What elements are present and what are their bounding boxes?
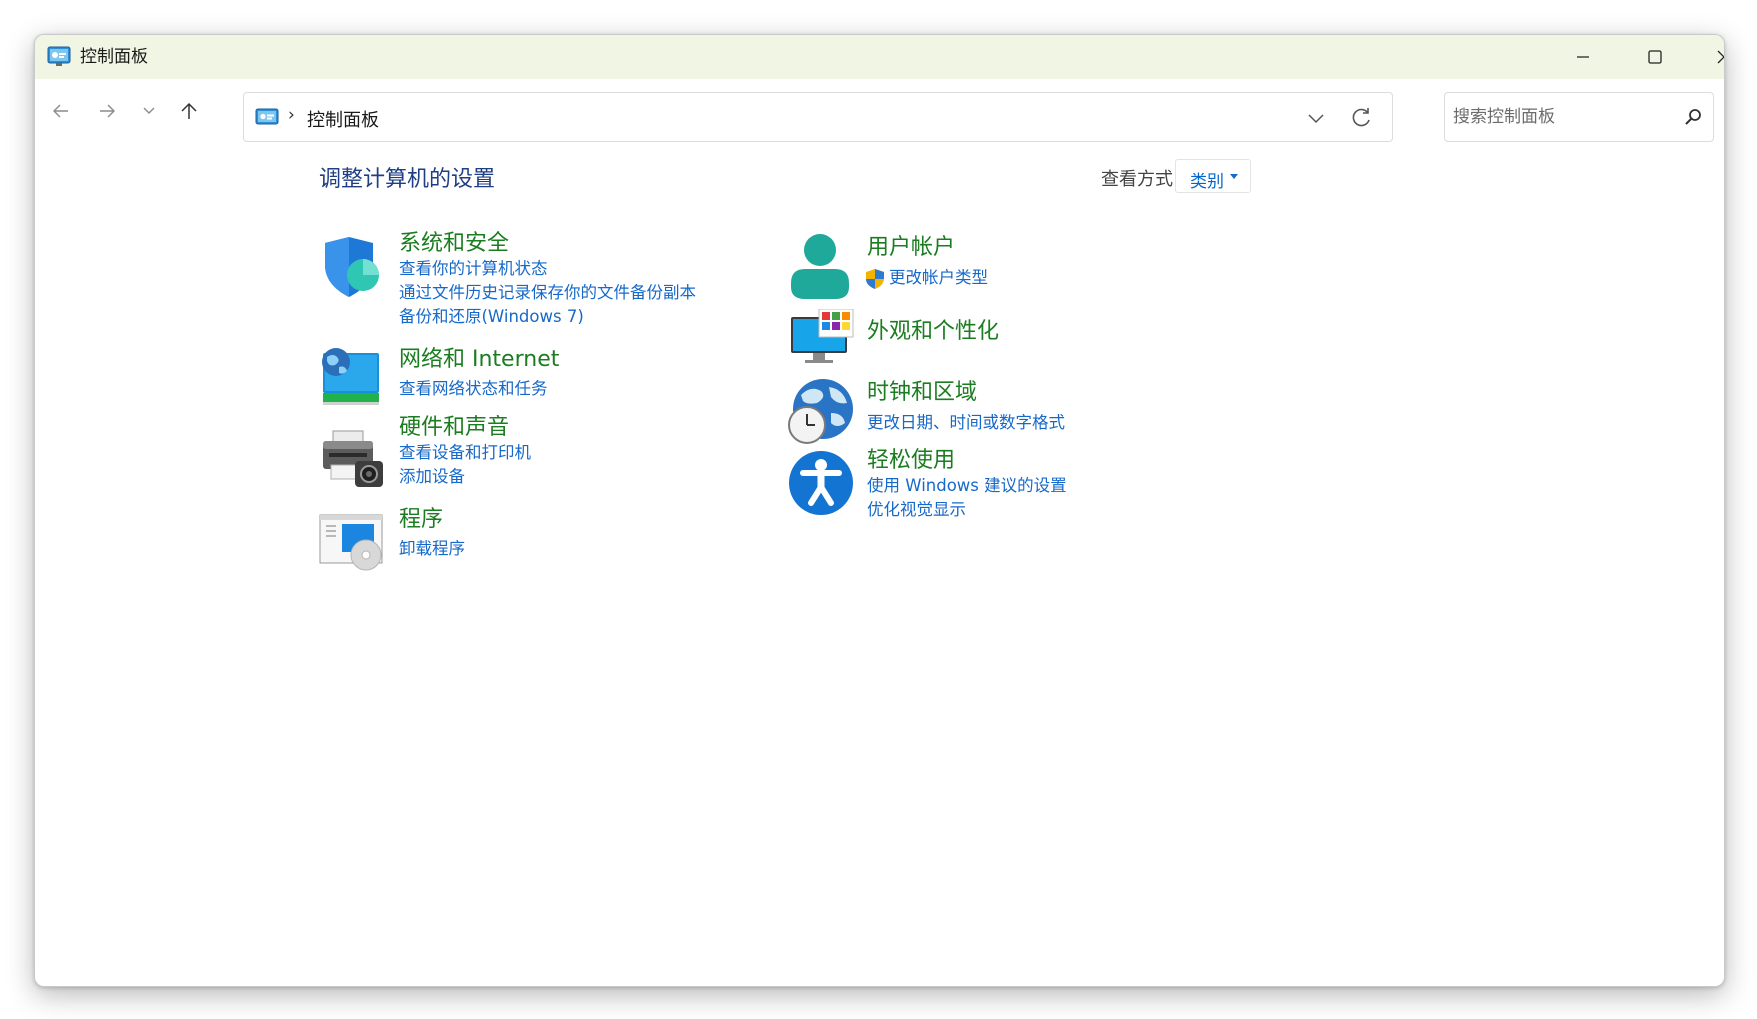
programs-icon[interactable]: [318, 513, 386, 573]
control-panel-icon: [255, 108, 279, 125]
window-title: 控制面板: [80, 47, 148, 67]
uac-shield-icon: [866, 269, 884, 289]
view-by-label: 查看方式:: [1101, 169, 1180, 190]
arrow-left-icon: [53, 104, 68, 118]
title-bar[interactable]: 控制面板: [35, 35, 1724, 79]
category-hardware-sound-title[interactable]: 硬件和声音: [399, 415, 509, 441]
category-user-accounts-title[interactable]: 用户帐户: [867, 235, 955, 261]
close-icon: [1717, 50, 1724, 64]
link-backup-restore[interactable]: 备份和还原(Windows 7): [399, 306, 584, 328]
maximize-icon: [1648, 50, 1662, 64]
category-ease-of-access-title[interactable]: 轻松使用: [867, 448, 955, 474]
breadcrumb-separator[interactable]: ›: [288, 105, 295, 125]
search-box[interactable]: [1444, 92, 1714, 142]
link-use-recommended-settings[interactable]: 使用 Windows 建议的设置: [867, 475, 1067, 497]
link-file-history-backup[interactable]: 通过文件历史记录保存你的文件备份副本: [399, 282, 696, 304]
back-button[interactable]: [43, 93, 79, 129]
link-view-devices-printers[interactable]: 查看设备和打印机: [399, 442, 531, 464]
category-appearance-title[interactable]: 外观和个性化: [867, 319, 999, 345]
page-title: 调整计算机的设置: [319, 167, 496, 192]
user-icon[interactable]: [789, 233, 851, 301]
category-system-security-title[interactable]: 系统和安全: [399, 231, 509, 257]
link-uninstall-program[interactable]: 卸载程序: [399, 538, 465, 560]
search-icon[interactable]: [1683, 107, 1703, 127]
accessibility-icon[interactable]: [787, 449, 855, 517]
navigation-bar: › 控制面板: [35, 79, 1724, 143]
breadcrumb-control-panel[interactable]: 控制面板: [307, 106, 379, 132]
link-change-date-time-format[interactable]: 更改日期、时间或数字格式: [867, 412, 1065, 434]
category-clock-region-title[interactable]: 时钟和区域: [867, 380, 977, 406]
shield-icon[interactable]: [319, 235, 383, 299]
forward-button[interactable]: [89, 93, 125, 129]
up-button[interactable]: [171, 93, 207, 129]
recent-locations-button[interactable]: [131, 93, 167, 129]
chevron-down-icon: [143, 107, 155, 114]
view-by-value: 类别: [1190, 172, 1224, 192]
minimize-icon: [1577, 56, 1589, 58]
link-view-network-status[interactable]: 查看网络状态和任务: [399, 378, 548, 400]
arrow-up-icon: [181, 102, 197, 119]
arrow-right-icon: [100, 104, 115, 118]
category-network-title[interactable]: 网络和 Internet: [399, 347, 559, 373]
refresh-icon[interactable]: [1348, 105, 1374, 131]
search-input[interactable]: [1453, 104, 1673, 130]
appearance-icon[interactable]: [789, 309, 855, 367]
category-programs-title[interactable]: 程序: [399, 507, 443, 533]
control-panel-icon: [47, 46, 71, 66]
link-add-device[interactable]: 添加设备: [399, 466, 465, 488]
printer-icon[interactable]: [319, 425, 385, 491]
minimize-button[interactable]: [1548, 35, 1618, 79]
close-button[interactable]: [1689, 35, 1724, 79]
caret-down-icon: [1230, 174, 1238, 179]
maximize-button[interactable]: [1620, 35, 1690, 79]
control-panel-window: 控制面板 › 控制面板 搜索控制面板 调整计算机的设置 查看方式: 类别 系统和…: [34, 34, 1725, 987]
address-bar[interactable]: › 控制面板: [243, 92, 1393, 142]
link-change-account-type[interactable]: 更改帐户类型: [889, 267, 988, 289]
link-view-computer-status[interactable]: 查看你的计算机状态: [399, 258, 548, 280]
globe-clock-icon[interactable]: [787, 377, 855, 445]
link-optimize-visual-display[interactable]: 优化视觉显示: [867, 499, 966, 521]
view-by-select[interactable]: 类别: [1175, 159, 1251, 193]
chevron-down-icon[interactable]: [1304, 106, 1328, 130]
network-icon[interactable]: [319, 345, 383, 409]
